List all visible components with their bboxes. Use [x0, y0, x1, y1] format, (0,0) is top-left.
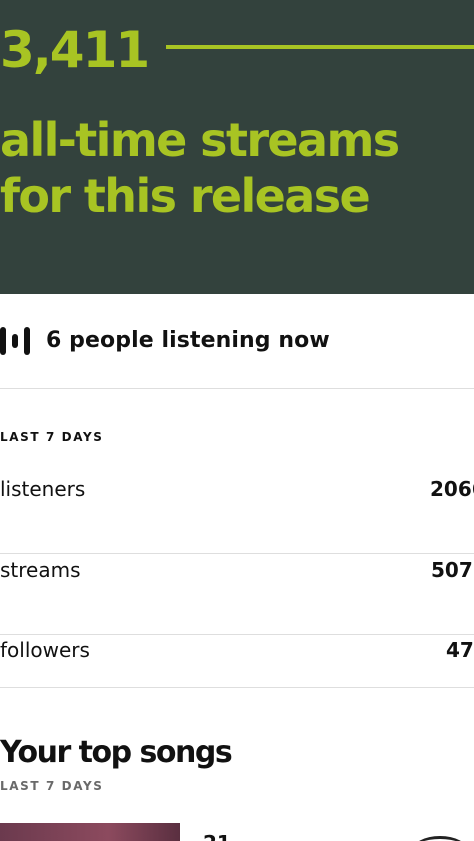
all-time-stream-count: 3,411 — [0, 21, 150, 79]
last-7-days-label: LAST 7 DAYS — [0, 430, 104, 444]
stat-name: followers — [0, 638, 90, 662]
stat-value: 2066 — [430, 477, 474, 501]
song-rank: 21 — [203, 828, 231, 841]
hero-divider-line — [166, 45, 474, 49]
stat-row-streams[interactable]: streams 5077 — [0, 555, 474, 635]
stat-value: 5077 — [431, 558, 474, 582]
stat-name: streams — [0, 558, 81, 582]
hero-caption: all-time streams for this release — [0, 112, 474, 224]
release-streams-hero: 3,411 all-time streams for this release — [0, 0, 474, 294]
listening-now-text: 6 people listening now — [46, 328, 330, 353]
hero-caption-line-1: all-time streams — [0, 113, 400, 167]
stat-value: 47 — [446, 638, 474, 662]
stat-row-listeners[interactable]: listeners 2066 — [0, 474, 474, 554]
song-artwork[interactable] — [0, 823, 180, 841]
stat-row-followers[interactable]: followers 47 — [0, 635, 474, 715]
stats-bottom-divider — [0, 687, 474, 688]
listening-now-row[interactable]: 6 people listening now — [0, 294, 474, 389]
hero-caption-line-2: for this release — [0, 169, 371, 223]
top-songs-title: Your top songs — [0, 735, 233, 770]
stat-name: listeners — [0, 477, 86, 501]
live-listening-icon — [0, 327, 30, 355]
top-songs-period-label: LAST 7 DAYS — [0, 779, 104, 793]
song-options-icon[interactable] — [412, 836, 468, 841]
